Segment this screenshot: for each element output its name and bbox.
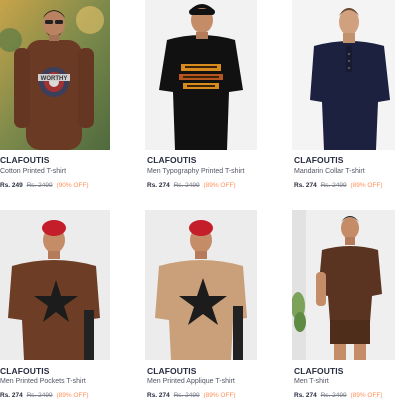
product-title: Men Printed Applique T-shirt [147,378,235,385]
product-title: Men Printed Pockets T-shirt [0,378,86,385]
discount-label: (89% OFF) [350,182,383,189]
original-price: Rs. 2499 [320,392,347,399]
original-price: Rs. 2499 [26,182,53,189]
original-price: Rs. 2499 [173,182,200,189]
svg-text:WORTHY: WORTHY [41,76,68,82]
original-price: Rs. 2499 [320,182,347,189]
selling-price: Rs. 274 [147,182,170,189]
product-title: Men T-shirt [294,378,329,385]
product-price: Rs. 274 Rs. 2499 (89% OFF) [294,392,383,399]
product-image[interactable] [292,0,395,150]
original-price: Rs. 2499 [173,392,200,399]
product-brand: CLAFOUTIS [0,366,50,376]
product-brand: CLAFOUTIS [294,366,344,376]
product-title: Men Typography Printed T-shirt [147,168,245,175]
discount-label: (89% OFF) [203,182,236,189]
original-price: Rs. 2499 [26,392,53,399]
selling-price: Rs. 274 [294,392,317,399]
selling-price: Rs. 274 [294,182,317,189]
product-price: Rs. 274 Rs. 2499 (89% OFF) [294,182,383,189]
selling-price: Rs. 274 [147,392,170,399]
product-price: Rs. 274 Rs. 2499 (89% OFF) [0,392,89,399]
product-image[interactable] [292,210,395,360]
product-brand: CLAFOUTIS [147,366,197,376]
product-image[interactable] [145,210,257,360]
selling-price: Rs. 274 [0,392,23,399]
selling-price: Rs. 249 [0,182,23,189]
discount-label: (89% OFF) [203,392,236,399]
product-brand: CLAFOUTIS [0,155,50,165]
product-title: Cotton Printed T-shirt [0,168,67,175]
product-title: Mandarin Collar T-shirt [294,168,365,175]
product-brand: CLAFOUTIS [294,155,344,165]
discount-label: (89% OFF) [56,392,89,399]
product-price: Rs. 274 Rs. 2499 (89% OFF) [147,182,236,189]
product-price: Rs. 274 Rs. 2499 (89% OFF) [147,392,236,399]
discount-label: (89% OFF) [350,392,383,399]
product-image[interactable] [145,0,257,150]
product-image[interactable]: WORTHY [0,0,110,150]
product-price: Rs. 249 Rs. 2499 (90% OFF) [0,182,89,189]
product-image[interactable] [0,210,110,360]
discount-label: (90% OFF) [56,182,89,189]
product-brand: CLAFOUTIS [147,155,197,165]
